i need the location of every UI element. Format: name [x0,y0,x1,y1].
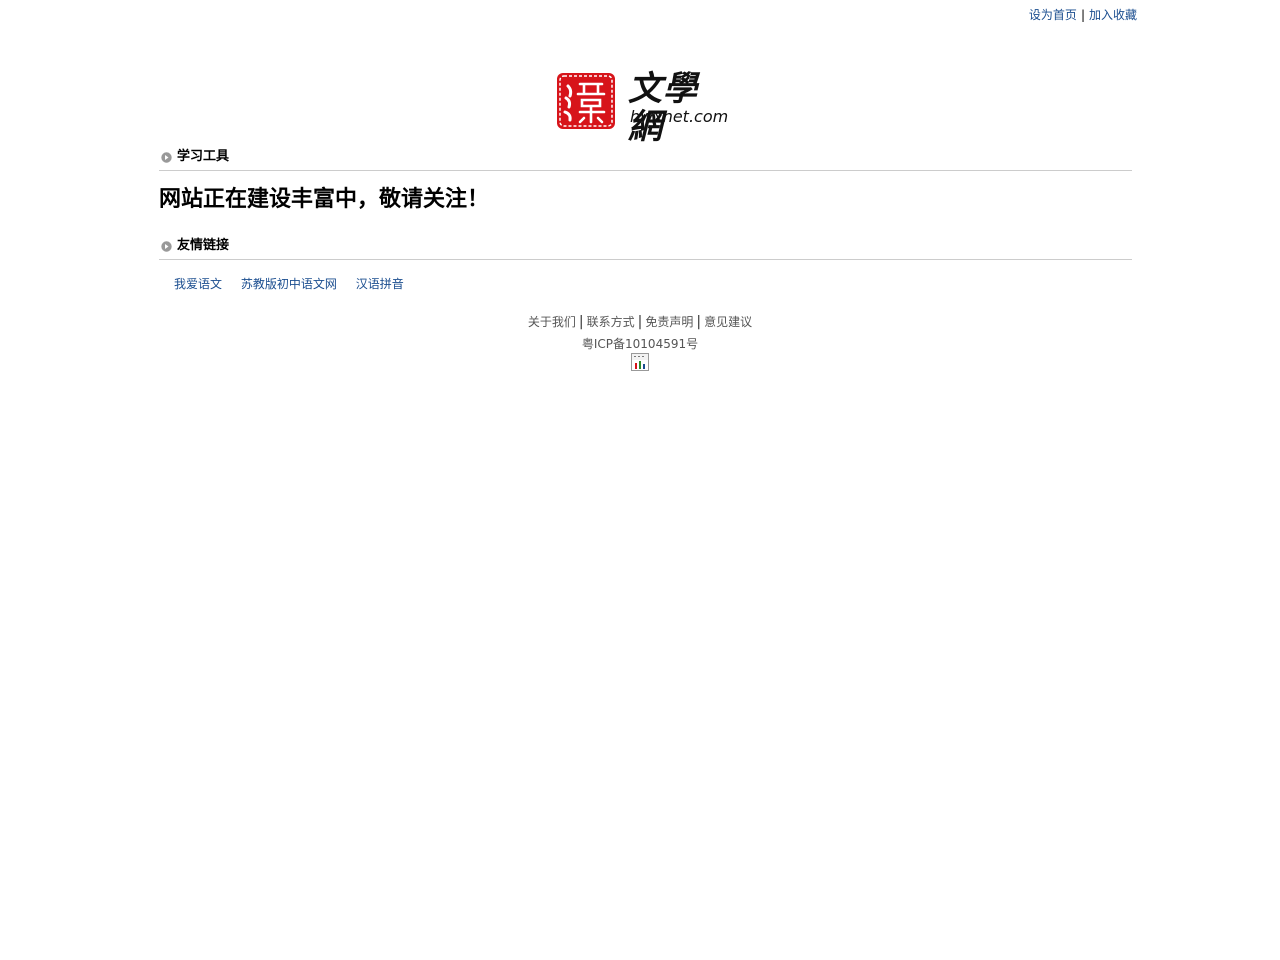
footer-nav: 关于我们 | 联系方式 | 免责声明 | 意见建议 [0,313,1280,331]
top-links: 设为首页 | 加入收藏 [1029,6,1137,23]
section-title-tools: 学习工具 [177,149,230,164]
section-title-friend-links: 友情链接 [177,238,230,253]
add-favorite-link[interactable]: 加入收藏 [1089,8,1137,22]
top-links-separator: | [1080,8,1085,22]
footer-separator: | [696,314,702,330]
friend-link-hanyupinyin[interactable]: 汉语拼音 [356,277,404,291]
circle-arrow-icon [161,152,172,163]
footer-link-feedback[interactable]: 意见建议 [704,315,752,329]
cnzz-counter-icon[interactable] [631,353,649,371]
friend-links-list: 我爱语文 苏教版初中语文网 汉语拼音 [174,276,419,292]
section-header-tools: 学习工具 [159,148,1132,171]
footer-separator: | [578,314,584,330]
circle-arrow-icon [161,241,172,252]
footer-counter [0,353,1280,373]
footer-link-contact[interactable]: 联系方式 [587,315,635,329]
footer-link-about[interactable]: 关于我们 [528,315,576,329]
construction-notice: 网站正在建设丰富中，敬请关注！ [159,187,490,212]
seal-logo-icon [557,73,615,129]
footer-icp: 粤ICP备10104591号 [581,337,699,351]
section-header-friend-links: 友情链接 [159,237,1132,260]
footer-link-disclaimer[interactable]: 免责声明 [645,315,693,329]
set-homepage-link[interactable]: 设为首页 [1029,8,1077,22]
friend-link-woaiyuwen[interactable]: 我爱语文 [174,277,222,291]
logo-domain-text: hwxnet.com [630,107,729,126]
friend-link-sujiaoban[interactable]: 苏教版初中语文网 [241,277,337,291]
site-logo[interactable]: 文學網 hwxnet.com [556,70,732,146]
footer-separator: | [637,314,643,330]
